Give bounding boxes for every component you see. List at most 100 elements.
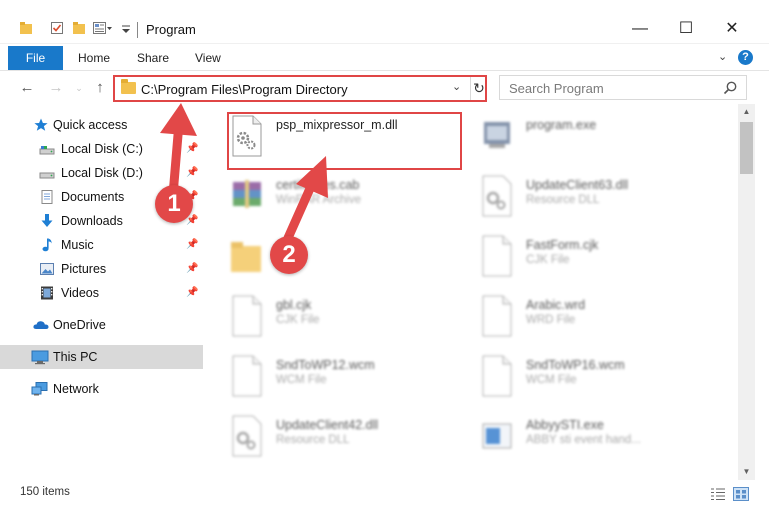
pin-icon[interactable]: 📌 [186,239,198,250]
dll-gear-icon [479,174,515,218]
sidebar-item-pictures[interactable]: Pictures 📌 [0,257,203,281]
file-type: WRD File [526,314,576,326]
file-name: AbbyySTI.exe [526,418,604,432]
sidebar-item-music[interactable]: Music 📌 [0,233,203,257]
sidebar-item-label: Network [53,382,99,396]
properties-icon[interactable] [50,21,64,35]
sidebar-item-label: OneDrive [53,318,106,332]
blank-file-icon [229,354,265,398]
recent-locations-icon[interactable]: ⌄ [69,78,89,98]
vertical-scrollbar[interactable]: ▲ ▼ [738,104,755,480]
folder-icon[interactable] [19,21,33,35]
back-arrow-icon[interactable]: ← [17,78,37,98]
folder-icon [229,234,265,278]
customize-toolbar-icon[interactable] [93,21,113,35]
dll-gear-icon [229,414,265,458]
sidebar-item-onedrive[interactable]: OneDrive [0,313,203,337]
step-marker-2: 2 [270,236,308,274]
sidebar-item-label: Downloads [61,214,123,228]
sidebar-item-label: Music [61,238,94,252]
search-icon[interactable] [722,80,738,96]
file-item-updateclient63[interactable]: UpdateClient63.dll Resource DLL [453,166,693,226]
ribbon-tabs: File Home Share View ⌄ ? [0,44,769,71]
scroll-down-icon[interactable]: ▼ [738,464,755,480]
new-folder-icon[interactable] [72,21,86,35]
sidebar-item-label: Local Disk (C:) [61,142,143,156]
close-button[interactable]: ✕ [709,14,755,44]
details-view-icon[interactable] [710,487,726,501]
tab-share[interactable]: Share [137,46,169,70]
file-item-gbl-cjk[interactable]: gbl.cjk CJK File [203,286,443,346]
scroll-up-icon[interactable]: ▲ [738,104,755,120]
file-type: Resource DLL [526,194,600,206]
window-title: Program [146,22,196,37]
downloads-icon [39,213,55,229]
sidebar-item-label: Pictures [61,262,107,276]
tab-file[interactable]: File [8,46,63,70]
scroll-thumb[interactable] [740,122,753,174]
refresh-icon[interactable]: ↻ [470,77,487,100]
file-item-updateclient42[interactable]: UpdateClient42.dll Resource DLL [203,406,443,466]
tab-home[interactable]: Home [78,46,110,70]
pictures-icon [39,261,55,277]
file-type: WCM File [276,374,327,386]
maximize-button[interactable]: ☐ [663,14,709,44]
folder-icon [121,79,136,94]
blank-file-icon [479,354,515,398]
blank-file-icon [479,234,515,278]
sidebar-item-label: This PC [53,350,98,364]
item-count: 150 items [20,486,70,498]
tab-view[interactable]: View [195,46,221,70]
help-icon[interactable]: ? [738,50,753,65]
pin-icon[interactable]: 📌 [186,287,198,298]
file-item-sndtowp16[interactable]: SndToWP16.wcm WCM File [453,346,693,406]
music-icon [39,237,55,253]
sidebar-item-this-pc[interactable]: This PC [0,345,203,369]
network-icon [31,381,48,397]
pc-icon [31,349,49,365]
videos-icon [39,285,55,301]
exe-icon [479,414,515,458]
winrar-icon [229,174,265,218]
forward-arrow-icon[interactable]: → [46,78,66,98]
sidebar-item-label: Quick access [53,118,128,132]
file-name: UpdateClient63.dll [526,178,629,192]
file-type: WCM File [526,374,577,386]
file-name: Arabic.wrd [526,298,586,312]
large-icons-view-icon[interactable] [733,487,749,501]
file-item-abbyysti-exe[interactable]: AbbyySTI.exe ABBY sti event hand... [453,406,693,466]
file-item-fastform-cjk[interactable]: FastForm.cjk CJK File [453,226,693,286]
file-item-arabic-wrd[interactable]: Arabic.wrd WRD File [453,286,693,346]
drive-icon [39,141,55,157]
status-bar: 150 items [0,480,769,512]
file-name: FastForm.cjk [526,238,599,252]
minimize-button[interactable]: — [617,14,663,44]
file-name: SndToWP12.wcm [276,358,375,372]
title-separator [137,22,138,38]
blank-file-icon [229,294,265,338]
navigation-bar: ← → ⌄ ↑ C:\Program Files\Program Directo… [0,72,769,104]
expand-ribbon-icon[interactable]: ⌄ [718,50,727,63]
file-type: Resource DLL [276,434,350,446]
documents-icon [39,189,55,205]
quick-access-dropdown-icon[interactable] [122,24,130,34]
file-item-sndtowp12[interactable]: SndToWP12.wcm WCM File [203,346,443,406]
file-name: SndToWP16.wcm [526,358,625,372]
sidebar-item-videos[interactable]: Videos 📌 [0,281,203,305]
exe-icon [479,114,515,158]
file-name: program.exe [526,118,597,132]
file-type: CJK File [526,254,570,266]
file-type: CJK File [276,314,320,326]
onedrive-icon [32,317,49,333]
sidebar-item-label: Local Disk (D:) [61,166,143,180]
star-icon [33,117,49,133]
sidebar-item-network[interactable]: Network [0,377,203,401]
chevron-down-icon[interactable]: ⌄ [452,80,461,93]
up-arrow-icon[interactable]: ↑ [90,78,110,98]
sidebar-item-label: Documents [61,190,125,204]
search-input[interactable]: Search Program [499,75,747,100]
file-item-program-exe[interactable]: program.exe [453,106,693,166]
pin-icon[interactable]: 📌 [186,263,198,274]
search-placeholder: Search Program [509,81,604,96]
file-name: gbl.cjk [276,298,312,312]
